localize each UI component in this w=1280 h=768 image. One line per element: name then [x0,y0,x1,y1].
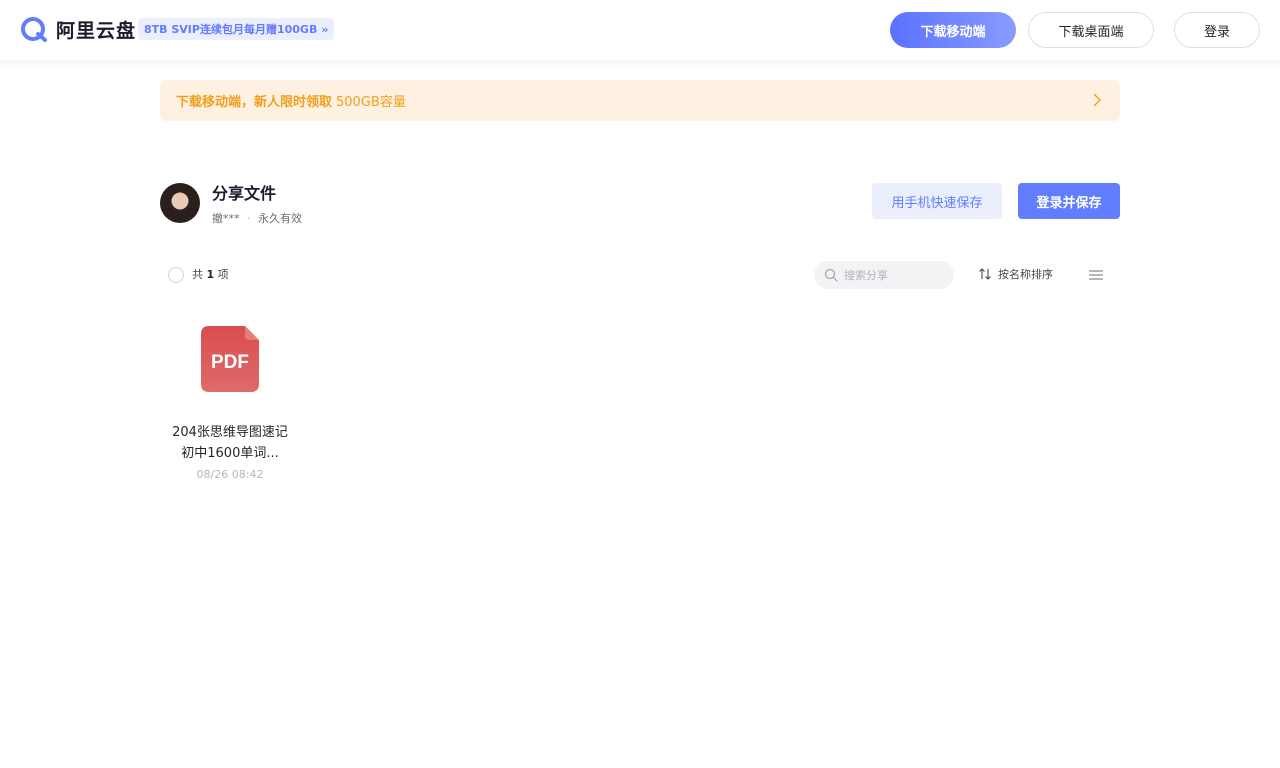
phone-save-button[interactable]: 用手机快速保存 [872,183,1002,219]
search-icon [824,268,838,282]
share-validity: 永久有效 [258,212,302,225]
pdf-icon: PDF [201,326,259,392]
sort-icon [979,268,991,280]
search-input[interactable] [844,268,944,282]
promo-text: 8TB SVIP连续包月每月赠100GB [144,23,318,36]
sort-button[interactable]: 按名称排序 [978,266,1053,282]
logo[interactable]: 阿里云盘 [20,15,136,43]
double-chevron-right-icon: » [321,22,329,36]
select-all-checkbox[interactable] [168,267,184,283]
banner-text: 下载移动端，新人限时领取 [176,95,333,110]
chevron-right-icon [1093,93,1101,107]
file-type-label: PDF [211,352,249,373]
avatar [160,183,200,223]
svip-promo-badge[interactable]: 8TB SVIP连续包月每月赠100GB » [138,18,335,40]
meta-separator: · [247,212,251,225]
share-info: 分享文件 撤*** · 永久有效 [212,180,302,226]
share-meta: 撤*** · 永久有效 [212,210,302,226]
logo-text: 阿里云盘 [56,19,137,42]
promo-banner[interactable]: 下载移动端，新人限时领取 500GB容量 [160,80,1120,121]
item-count: 共 1 项 [192,266,229,282]
count-suffix: 项 [217,268,229,281]
count-prefix: 共 [192,268,203,281]
share-title: 分享文件 [212,184,277,203]
top-navigation-bar: 阿里云盘 8TB SVIP连续包月每月赠100GB » 下载移动端 下载桌面端 … [0,0,1280,60]
download-desktop-button[interactable]: 下载桌面端 [1028,12,1154,48]
logo-icon [21,17,47,42]
file-item[interactable]: PDF 204张思维导图速记初中1600单词... 08/26 08:42 [160,310,300,481]
file-date: 08/26 08:42 [196,468,264,481]
share-header: 分享文件 撤*** · 永久有效 [160,180,302,226]
login-button[interactable]: 登录 [1174,12,1260,48]
file-toolbar: 共 1 项 按名称排序 [160,260,1120,290]
banner-highlight: 500GB容量 [336,95,406,110]
download-mobile-button[interactable]: 下载移动端 [890,12,1016,48]
count-value: 1 [206,268,215,281]
share-owner: 撤*** [212,212,240,225]
file-name: 204张思维导图速记初中1600单词... [172,425,288,461]
sort-label: 按名称排序 [998,268,1053,281]
list-view-icon[interactable] [1088,267,1104,283]
login-and-save-button[interactable]: 登录并保存 [1018,183,1120,219]
search-box[interactable] [814,261,954,289]
